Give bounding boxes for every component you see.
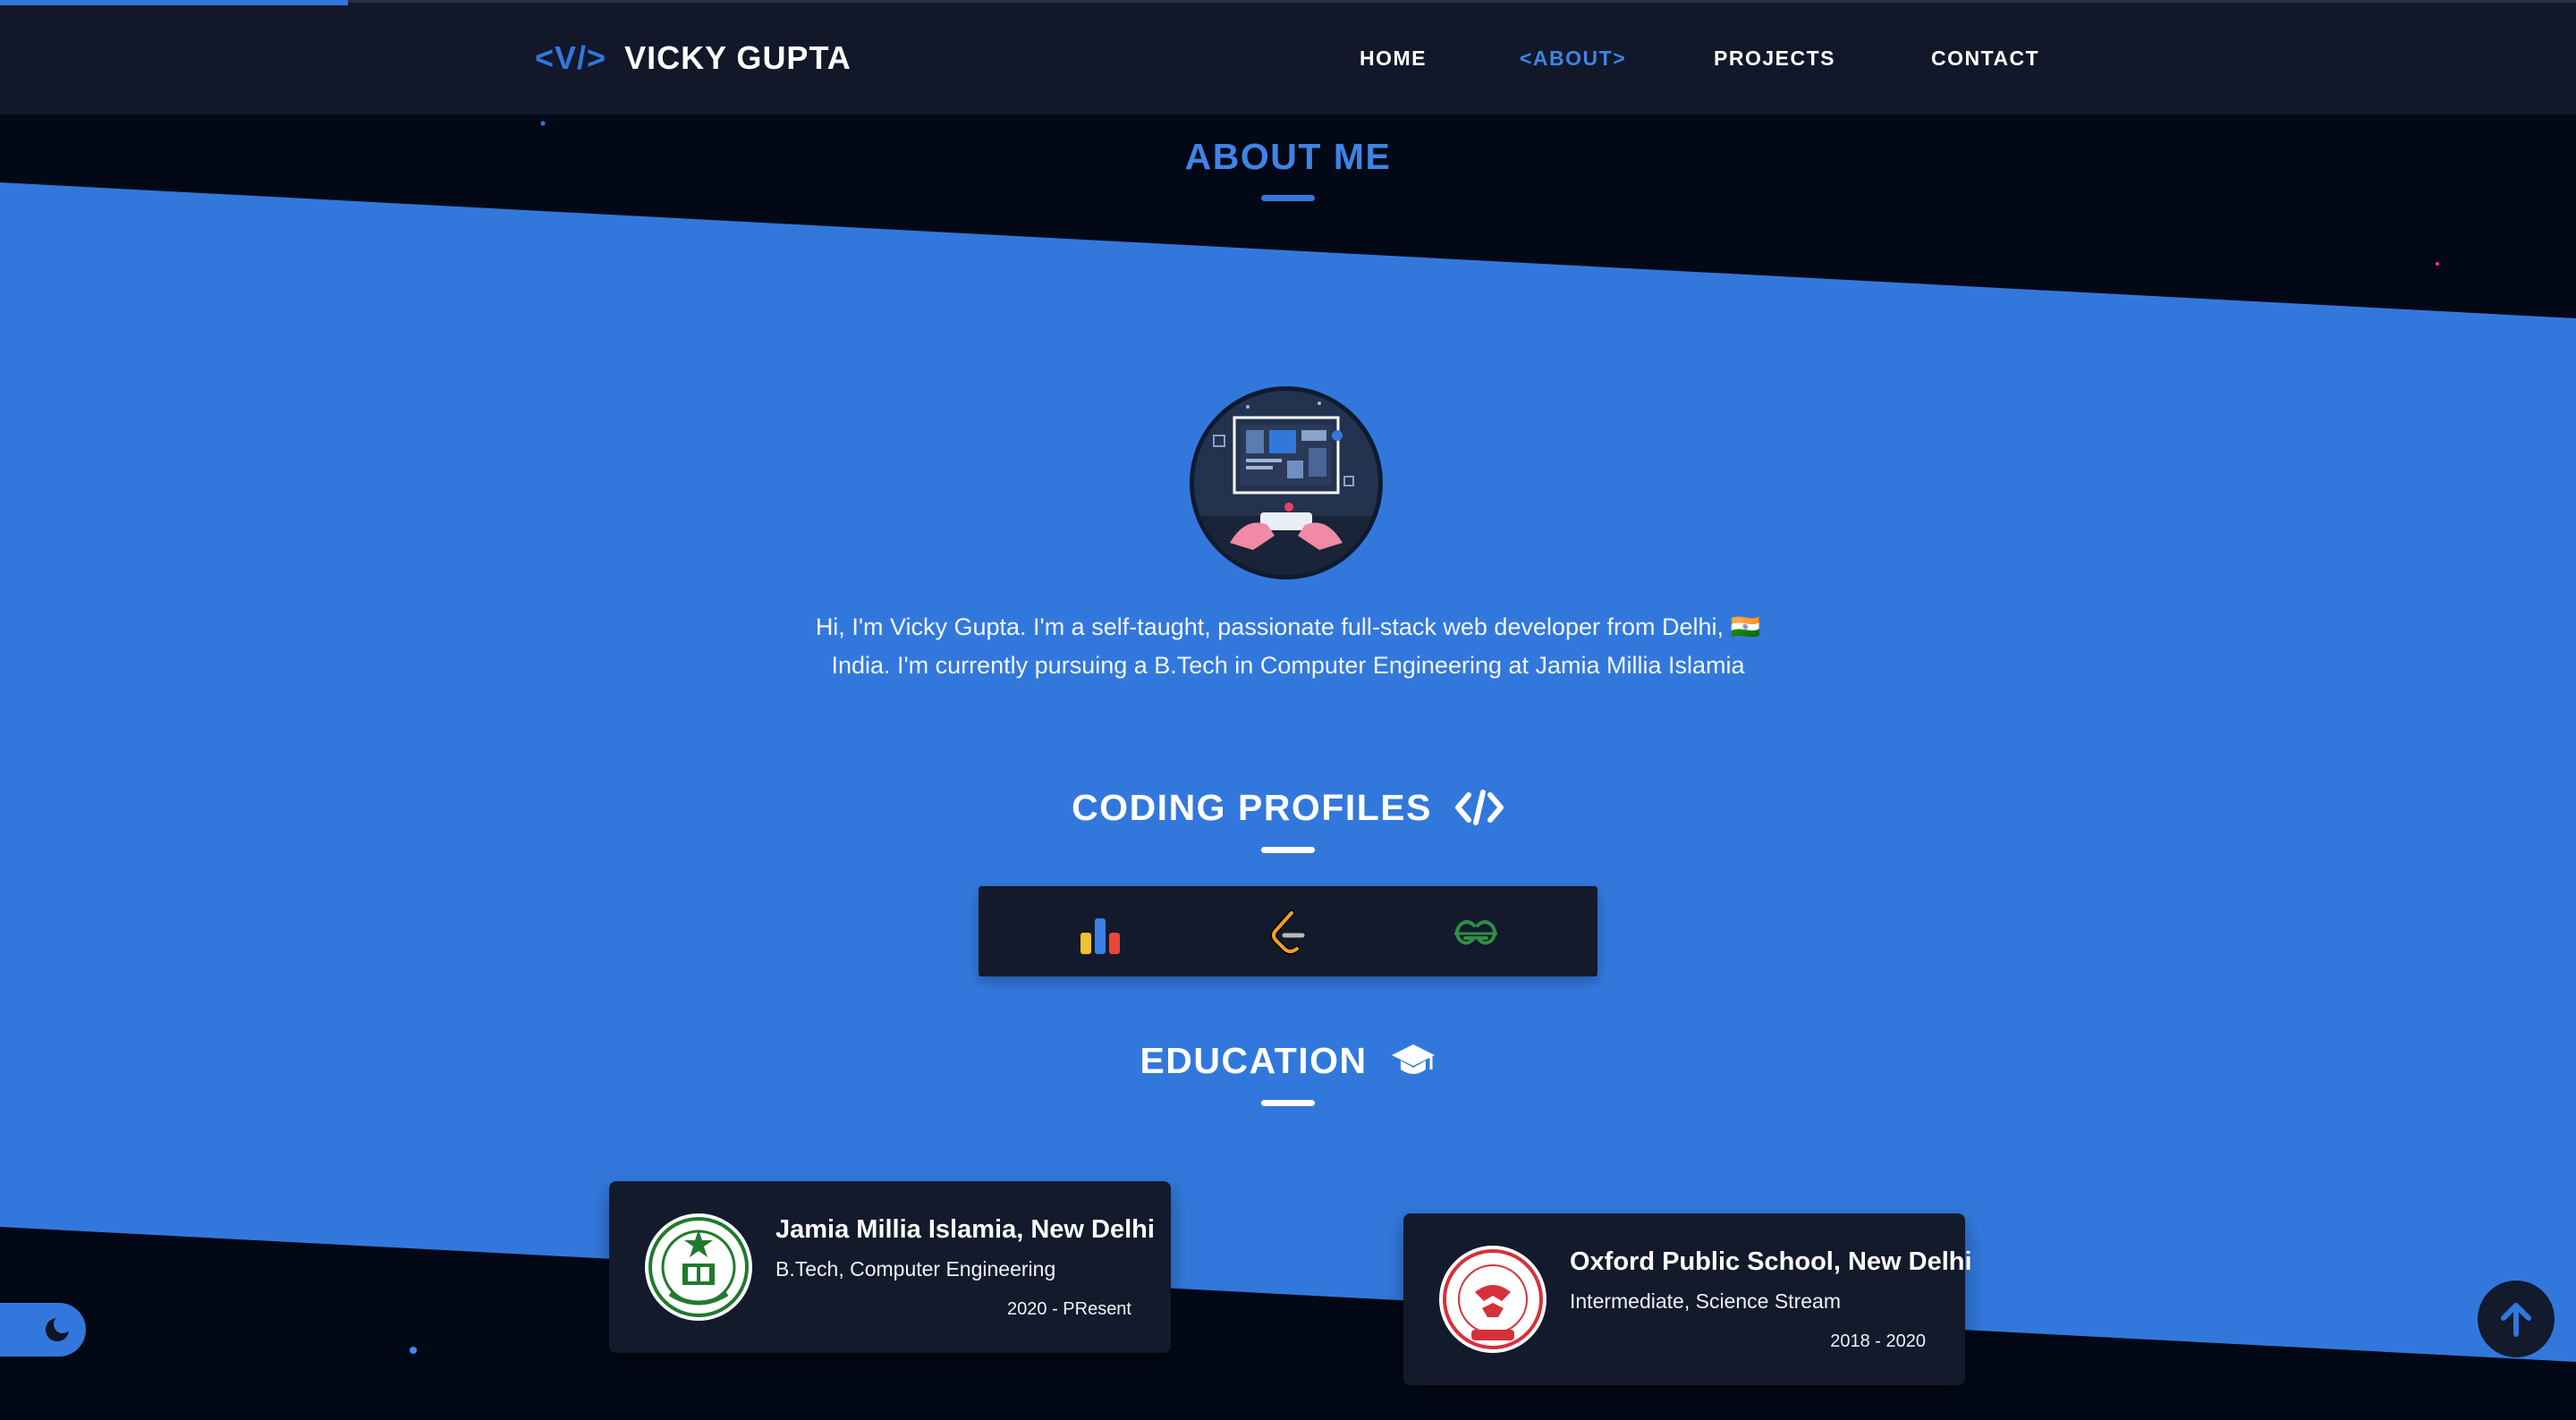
coding-profiles-title: CODING PROFILES [1072, 787, 1432, 828]
codechef-icon[interactable] [1073, 906, 1127, 959]
about-title: ABOUT ME [1184, 136, 1392, 177]
logo-mark: <V/> [535, 39, 607, 76]
star-decoration [540, 121, 546, 126]
arrow-up-icon [2499, 1300, 2533, 1342]
logo-name: VICKY GUPTA [624, 39, 852, 76]
navbar: <V/> VICKY GUPTA HOME <ABOUT> PROJECTS C… [0, 0, 2576, 114]
edu-years: 2018 - 2020 [1830, 1331, 1926, 1351]
edu-years: 2020 - PResent [1007, 1299, 1131, 1319]
star-decoration [2436, 262, 2439, 266]
education-card-ops: Oxford Public School, New Delhi Intermed… [1403, 1213, 1972, 1385]
nav-contact[interactable]: CONTACT [1931, 46, 2039, 71]
avatar [1190, 386, 1383, 579]
brand-logo[interactable]: <V/> VICKY GUPTA [535, 39, 852, 77]
nav-projects[interactable]: PROJECTS [1714, 46, 1835, 71]
jmi-logo-icon [645, 1213, 752, 1321]
scroll-to-top-button[interactable] [2478, 1281, 2555, 1357]
theme-toggle-button[interactable] [0, 1303, 86, 1357]
graduation-cap-icon [1390, 1041, 1436, 1087]
ops-logo-icon [1439, 1246, 1546, 1353]
bio-text: Hi, I'm Vicky Gupta. I'm a self-taught, … [815, 613, 1761, 679]
star-decoration [410, 1347, 417, 1354]
edu-institution-name: Jamia Millia Islamia, New Delhi [775, 1215, 1155, 1244]
scroll-progress-bar [0, 0, 348, 5]
nav-about[interactable]: <ABOUT> [1520, 46, 1626, 71]
page-background [0, 0, 2576, 1420]
leetcode-icon[interactable] [1261, 906, 1315, 959]
education-underline [1261, 1100, 1315, 1106]
coding-profiles-heading: CODING PROFILES [0, 787, 2576, 834]
education-title: EDUCATION [1140, 1040, 1368, 1081]
edu-degree: B.Tech, Computer Engineering [775, 1257, 1056, 1281]
blue-slanted-band [0, 182, 2576, 1362]
coding-profiles-underline [1261, 847, 1315, 853]
edu-degree: Intermediate, Science Stream [1570, 1289, 1841, 1313]
coding-profiles-bar [979, 886, 1597, 976]
top-border [0, 0, 2576, 3]
nav-home[interactable]: HOME [1360, 46, 1427, 71]
moon-icon [43, 1315, 72, 1348]
edu-institution-name: Oxford Public School, New Delhi [1570, 1247, 1972, 1276]
education-card-jmi: Jamia Millia Islamia, New Delhi B.Tech, … [609, 1181, 1171, 1353]
developer-illustration [1194, 391, 1378, 575]
education-heading: EDUCATION [0, 1040, 2576, 1087]
about-title-underline [1261, 195, 1315, 201]
code-icon [1454, 790, 1504, 834]
geeksforgeeks-icon[interactable] [1449, 906, 1503, 959]
